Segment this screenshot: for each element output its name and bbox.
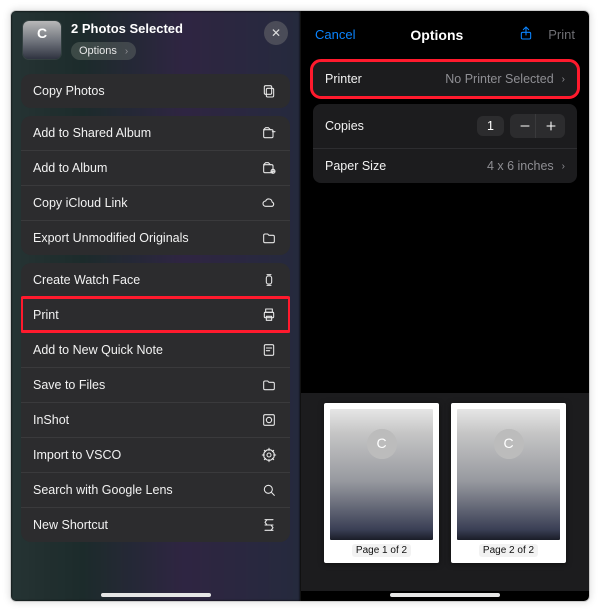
action-copy-photos[interactable]: Copy Photos [21,74,290,108]
share-icon[interactable] [518,25,534,44]
paper-size-value: 4 x 6 inches [487,159,554,173]
action-group: Copy Photos [21,74,290,108]
paper-size-label: Paper Size [325,159,386,173]
print-options-screen: Cancel Options Print Printer No Printer … [300,11,589,601]
copies-increment-button[interactable] [535,114,565,138]
folder-icon [260,230,278,246]
search-icon [260,482,278,498]
vsco-icon [260,447,278,463]
close-button[interactable]: ✕ [264,21,288,45]
action-label: Export Unmodified Originals [33,231,189,245]
action-search-with-google-lens[interactable]: Search with Google Lens [21,472,290,507]
action-label: Print [33,308,59,322]
share-sheet-header: C 2 Photos Selected Options › ✕ [11,11,300,68]
preview-page[interactable]: C Page 1 of 2 [324,403,439,563]
paper-size-row[interactable]: Paper Size 4 x 6 inches › [313,148,577,183]
printer-row[interactable]: Printer No Printer Selected › [313,62,577,96]
action-inshot[interactable]: InShot [21,402,290,437]
print-settings-card: Copies 1 Paper Size 4 x 6 i [313,104,577,183]
home-indicator[interactable] [390,593,500,597]
action-label: Add to Album [33,161,107,175]
preview-letter: C [376,435,386,451]
shared-album-icon [260,125,278,141]
action-import-to-vsco[interactable]: Import to VSCO [21,437,290,472]
cancel-button[interactable]: Cancel [315,27,355,42]
action-label: Add to Shared Album [33,126,151,140]
copy-icon [260,83,278,99]
shortcut-icon [260,517,278,533]
folder-icon [260,377,278,393]
action-add-to-shared-album[interactable]: Add to Shared Album [21,116,290,150]
action-add-to-new-quick-note[interactable]: Add to New Quick Note [21,332,290,367]
action-label: InShot [33,413,69,427]
action-label: Add to New Quick Note [33,343,163,357]
action-new-shortcut[interactable]: New Shortcut [21,507,290,542]
action-label: Copy Photos [33,84,105,98]
options-pill[interactable]: Options › [71,42,136,60]
chevron-right-icon: › [562,161,565,172]
action-label: Save to Files [33,378,105,392]
print-topbar: Cancel Options Print [301,11,589,54]
preview-page[interactable]: C Page 2 of 2 [451,403,566,563]
preview-thumbnail: C [330,409,433,540]
action-label: New Shortcut [33,518,108,532]
chevron-right-icon: › [562,74,565,85]
preview-caption: Page 2 of 2 [479,544,538,557]
thumbnail-letter: C [37,25,47,41]
action-label: Search with Google Lens [33,483,173,497]
copies-value: 1 [477,116,504,136]
preview-letter: C [503,435,513,451]
action-group: Add to Shared Album Add to Album Copy iClo… [21,116,290,255]
action-label: Create Watch Face [33,273,140,287]
album-icon [260,160,278,176]
copies-stepper [510,114,565,138]
printer-value: No Printer Selected [445,72,553,86]
action-save-to-files[interactable]: Save to Files [21,367,290,402]
chevron-right-icon: › [125,46,128,57]
action-create-watch-face[interactable]: Create Watch Face [21,263,290,297]
action-print[interactable]: Print [21,297,290,332]
preview-caption: Page 1 of 2 [352,544,411,557]
selection-title: 2 Photos Selected [71,21,254,36]
share-sheet-screen: C 2 Photos Selected Options › ✕ Copy Pho… [11,11,300,601]
action-copy-icloud-link[interactable]: Copy iCloud Link [21,185,290,220]
action-label: Copy iCloud Link [33,196,128,210]
inshot-icon [260,412,278,428]
print-icon [260,307,278,323]
action-group: Create Watch Face Print Add to New Quick N… [21,263,290,542]
options-pill-label: Options [79,45,117,57]
page-title: Options [410,27,463,43]
watch-icon [260,272,278,288]
action-add-to-album[interactable]: Add to Album [21,150,290,185]
copies-label: Copies [325,119,364,133]
home-indicator[interactable] [101,593,211,597]
preview-thumbnail: C [457,409,560,540]
close-icon: ✕ [271,26,281,40]
print-button: Print [548,27,575,42]
note-icon [260,342,278,358]
share-actions: Copy Photos Add to Shared Album Add to Alb… [11,68,300,542]
action-export-unmodified-originals[interactable]: Export Unmodified Originals [21,220,290,255]
selected-photo-thumbnail[interactable]: C [23,21,61,59]
print-previews: C Page 1 of 2 C Page 2 of 2 [301,393,589,591]
action-label: Import to VSCO [33,448,121,462]
printer-label: Printer [325,72,362,86]
copies-row: Copies 1 [313,104,577,148]
cloud-icon [260,195,278,211]
